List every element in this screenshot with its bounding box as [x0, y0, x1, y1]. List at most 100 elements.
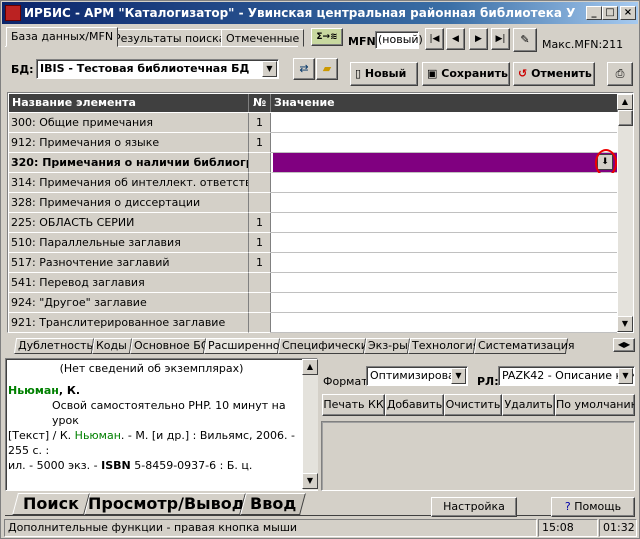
field-name-cell[interactable]: 510: Параллельные заглавия [9, 233, 249, 253]
next-record-button[interactable]: ▶ [469, 28, 488, 50]
field-value-cell[interactable] [271, 313, 617, 333]
field-name-cell[interactable]: 924: "Другое" заглавие [9, 293, 249, 313]
cancel-button[interactable]: ↺ Отменить [513, 62, 595, 86]
print-button[interactable]: ⎙ [607, 62, 633, 86]
table-row[interactable]: 314: Примечания об интеллект. ответствен… [9, 173, 617, 193]
col-header-num[interactable]: № [249, 94, 271, 112]
tab-marked[interactable]: Отмеченные [221, 29, 305, 47]
prev-icon: ◀ [452, 34, 459, 44]
print-card-button[interactable]: Печать КК [322, 394, 385, 416]
bottom-tab[interactable]: Расширенное [203, 338, 286, 354]
table-row[interactable]: 320: Примечания о наличии библиографии ⬇ [9, 149, 617, 177]
bottom-tab[interactable]: Коды [91, 338, 133, 354]
table-row[interactable]: 517: Разночтение заглавий 1 [9, 253, 617, 273]
tab-scroll-button[interactable]: ◀▶ [613, 338, 635, 352]
save-button[interactable]: ▣ Сохранить [422, 62, 510, 86]
preview-scroll-up[interactable]: ▲ [302, 359, 318, 375]
scroll-down-arrow[interactable]: ▼ [617, 316, 633, 332]
close-button[interactable]: × [620, 6, 636, 20]
record-preview: (Нет сведений об экземплярах) Ньюман, К.… [5, 358, 318, 491]
table-row[interactable]: 300: Общие примечания 1 [9, 113, 617, 133]
bottom-tab[interactable]: Специфические [277, 338, 375, 354]
bottom-tab-label: Экз-ры [368, 339, 408, 352]
field-name-cell[interactable]: 314: Примечания об интеллект. ответствен… [9, 173, 249, 193]
field-num-cell [249, 193, 271, 213]
field-value-cell[interactable]: ⬇ [271, 149, 617, 177]
field-num-cell [249, 273, 271, 293]
preview-author[interactable]: Ньюман [8, 384, 59, 397]
field-value-cell[interactable] [271, 273, 617, 293]
format-select[interactable]: Оптимизирован ▼ [366, 366, 468, 386]
bottom-tab[interactable]: Экз-ры [363, 338, 411, 354]
table-row[interactable]: 510: Параллельные заглавия 1 [9, 233, 617, 253]
first-record-button[interactable]: |◀ [425, 28, 444, 50]
field-value-cell[interactable] [271, 173, 617, 193]
field-name-cell[interactable]: 541: Перевод заглавия [9, 273, 249, 293]
bottom-tab[interactable]: Дублетность [13, 338, 95, 354]
clear-button[interactable]: Очистить [444, 394, 502, 416]
bottom-tab[interactable]: Технология [407, 338, 479, 354]
table-row[interactable]: 912: Примечания о языке 1 [9, 133, 617, 153]
grid-scrollbar[interactable]: ▲ ▼ [617, 94, 633, 332]
table-row[interactable]: 225: ОБЛАСТЬ СЕРИИ 1 [9, 213, 617, 233]
delete-button[interactable]: Удалить [502, 394, 555, 416]
preview-scroll-down[interactable]: ▼ [302, 473, 318, 489]
field-name-cell[interactable]: 328: Примечания о диссертации [9, 193, 249, 213]
table-row[interactable]: 921: Транслитерированное заглавие [9, 313, 617, 333]
format-toggle-button[interactable]: Ʃ→≋ [311, 28, 343, 46]
field-num-cell [249, 153, 271, 173]
tab-search-results[interactable]: Результаты поиска [109, 29, 231, 47]
scroll-up-arrow[interactable]: ▲ [617, 94, 633, 110]
field-value-cell[interactable] [271, 253, 617, 273]
col-header-name[interactable]: Название элемента [9, 94, 249, 112]
tab-view-output[interactable]: Просмотр/Вывод [84, 493, 246, 515]
field-name-cell[interactable]: 300: Общие примечания [9, 113, 249, 133]
field-value-cell[interactable] [271, 133, 617, 153]
field-name-cell[interactable]: 320: Примечания о наличии библиографии [9, 153, 249, 173]
table-row[interactable]: 328: Примечания о диссертации [9, 193, 617, 213]
title-bar[interactable]: ИРБИС - АРМ "Каталогизатор" - Увинская ц… [2, 2, 638, 24]
field-name-cell[interactable]: 225: ОБЛАСТЬ СЕРИИ [9, 213, 249, 233]
add-button[interactable]: Добавить [385, 394, 444, 416]
field-name-cell[interactable]: 912: Примечания о языке [9, 133, 249, 153]
help-button[interactable]: ? Помощь [551, 497, 635, 517]
default-button[interactable]: По умолчанию [555, 394, 635, 416]
field-value-cell[interactable] [271, 213, 617, 233]
new-record-button[interactable]: ▯ Новый [350, 62, 418, 86]
table-row[interactable]: 924: "Другое" заглавие [9, 293, 617, 313]
maximize-button[interactable]: □ [602, 6, 618, 20]
db-select[interactable]: IBIS - Тестовая библиотечная БД ▼ [36, 59, 279, 79]
db-switch-button[interactable]: ⇄ [293, 58, 315, 80]
field-value-cell[interactable] [271, 293, 617, 313]
bottom-tab[interactable]: Основное БО [129, 338, 210, 354]
chevron-down-icon[interactable]: ▼ [618, 368, 633, 384]
status-text: Дополнительные функции - правая кнопка м… [4, 519, 537, 537]
col-header-value[interactable]: Значение [271, 94, 618, 112]
window-title: ИРБИС - АРМ "Каталогизатор" - Увинская ц… [24, 6, 576, 20]
open-folder-button[interactable]: ▰ [316, 58, 338, 80]
field-name-cell[interactable]: 921: Транслитерированное заглавие [9, 313, 249, 333]
tab-search[interactable]: Поиск [12, 493, 90, 515]
last-record-button[interactable]: ▶| [491, 28, 510, 50]
field-value-cell[interactable] [271, 113, 617, 133]
scroll-thumb[interactable] [618, 110, 633, 126]
field-name-cell[interactable]: 517: Разночтение заглавий [9, 253, 249, 273]
tab-input[interactable]: Ввод [240, 493, 306, 515]
edit-tool-button[interactable]: ✎ [513, 28, 537, 52]
table-row[interactable]: 541: Перевод заглавия [9, 273, 617, 293]
preview-scrollbar[interactable]: ▲ ▼ [302, 359, 318, 490]
settings-button[interactable]: Настройка [431, 497, 517, 517]
db-label: БД: [11, 63, 34, 76]
chevron-down-icon[interactable]: ▼ [262, 61, 277, 77]
chevron-down-icon[interactable]: ▼ [451, 368, 466, 384]
field-value-cell[interactable] [271, 193, 617, 213]
bottom-tab[interactable]: Систематизация [473, 338, 575, 354]
prev-record-button[interactable]: ◀ [446, 28, 465, 50]
tab-database-mfn[interactable]: База данных/MFN [6, 27, 119, 47]
mfn-input[interactable]: (новый) [375, 31, 423, 49]
minimize-button[interactable]: _ [586, 6, 602, 20]
preview-line2-author[interactable]: Ньюман [75, 429, 121, 442]
field-num-cell: 1 [249, 253, 271, 273]
rl-select[interactable]: PAZK42 - Описание кни ▼ [498, 366, 635, 386]
field-value-cell[interactable] [271, 233, 617, 253]
